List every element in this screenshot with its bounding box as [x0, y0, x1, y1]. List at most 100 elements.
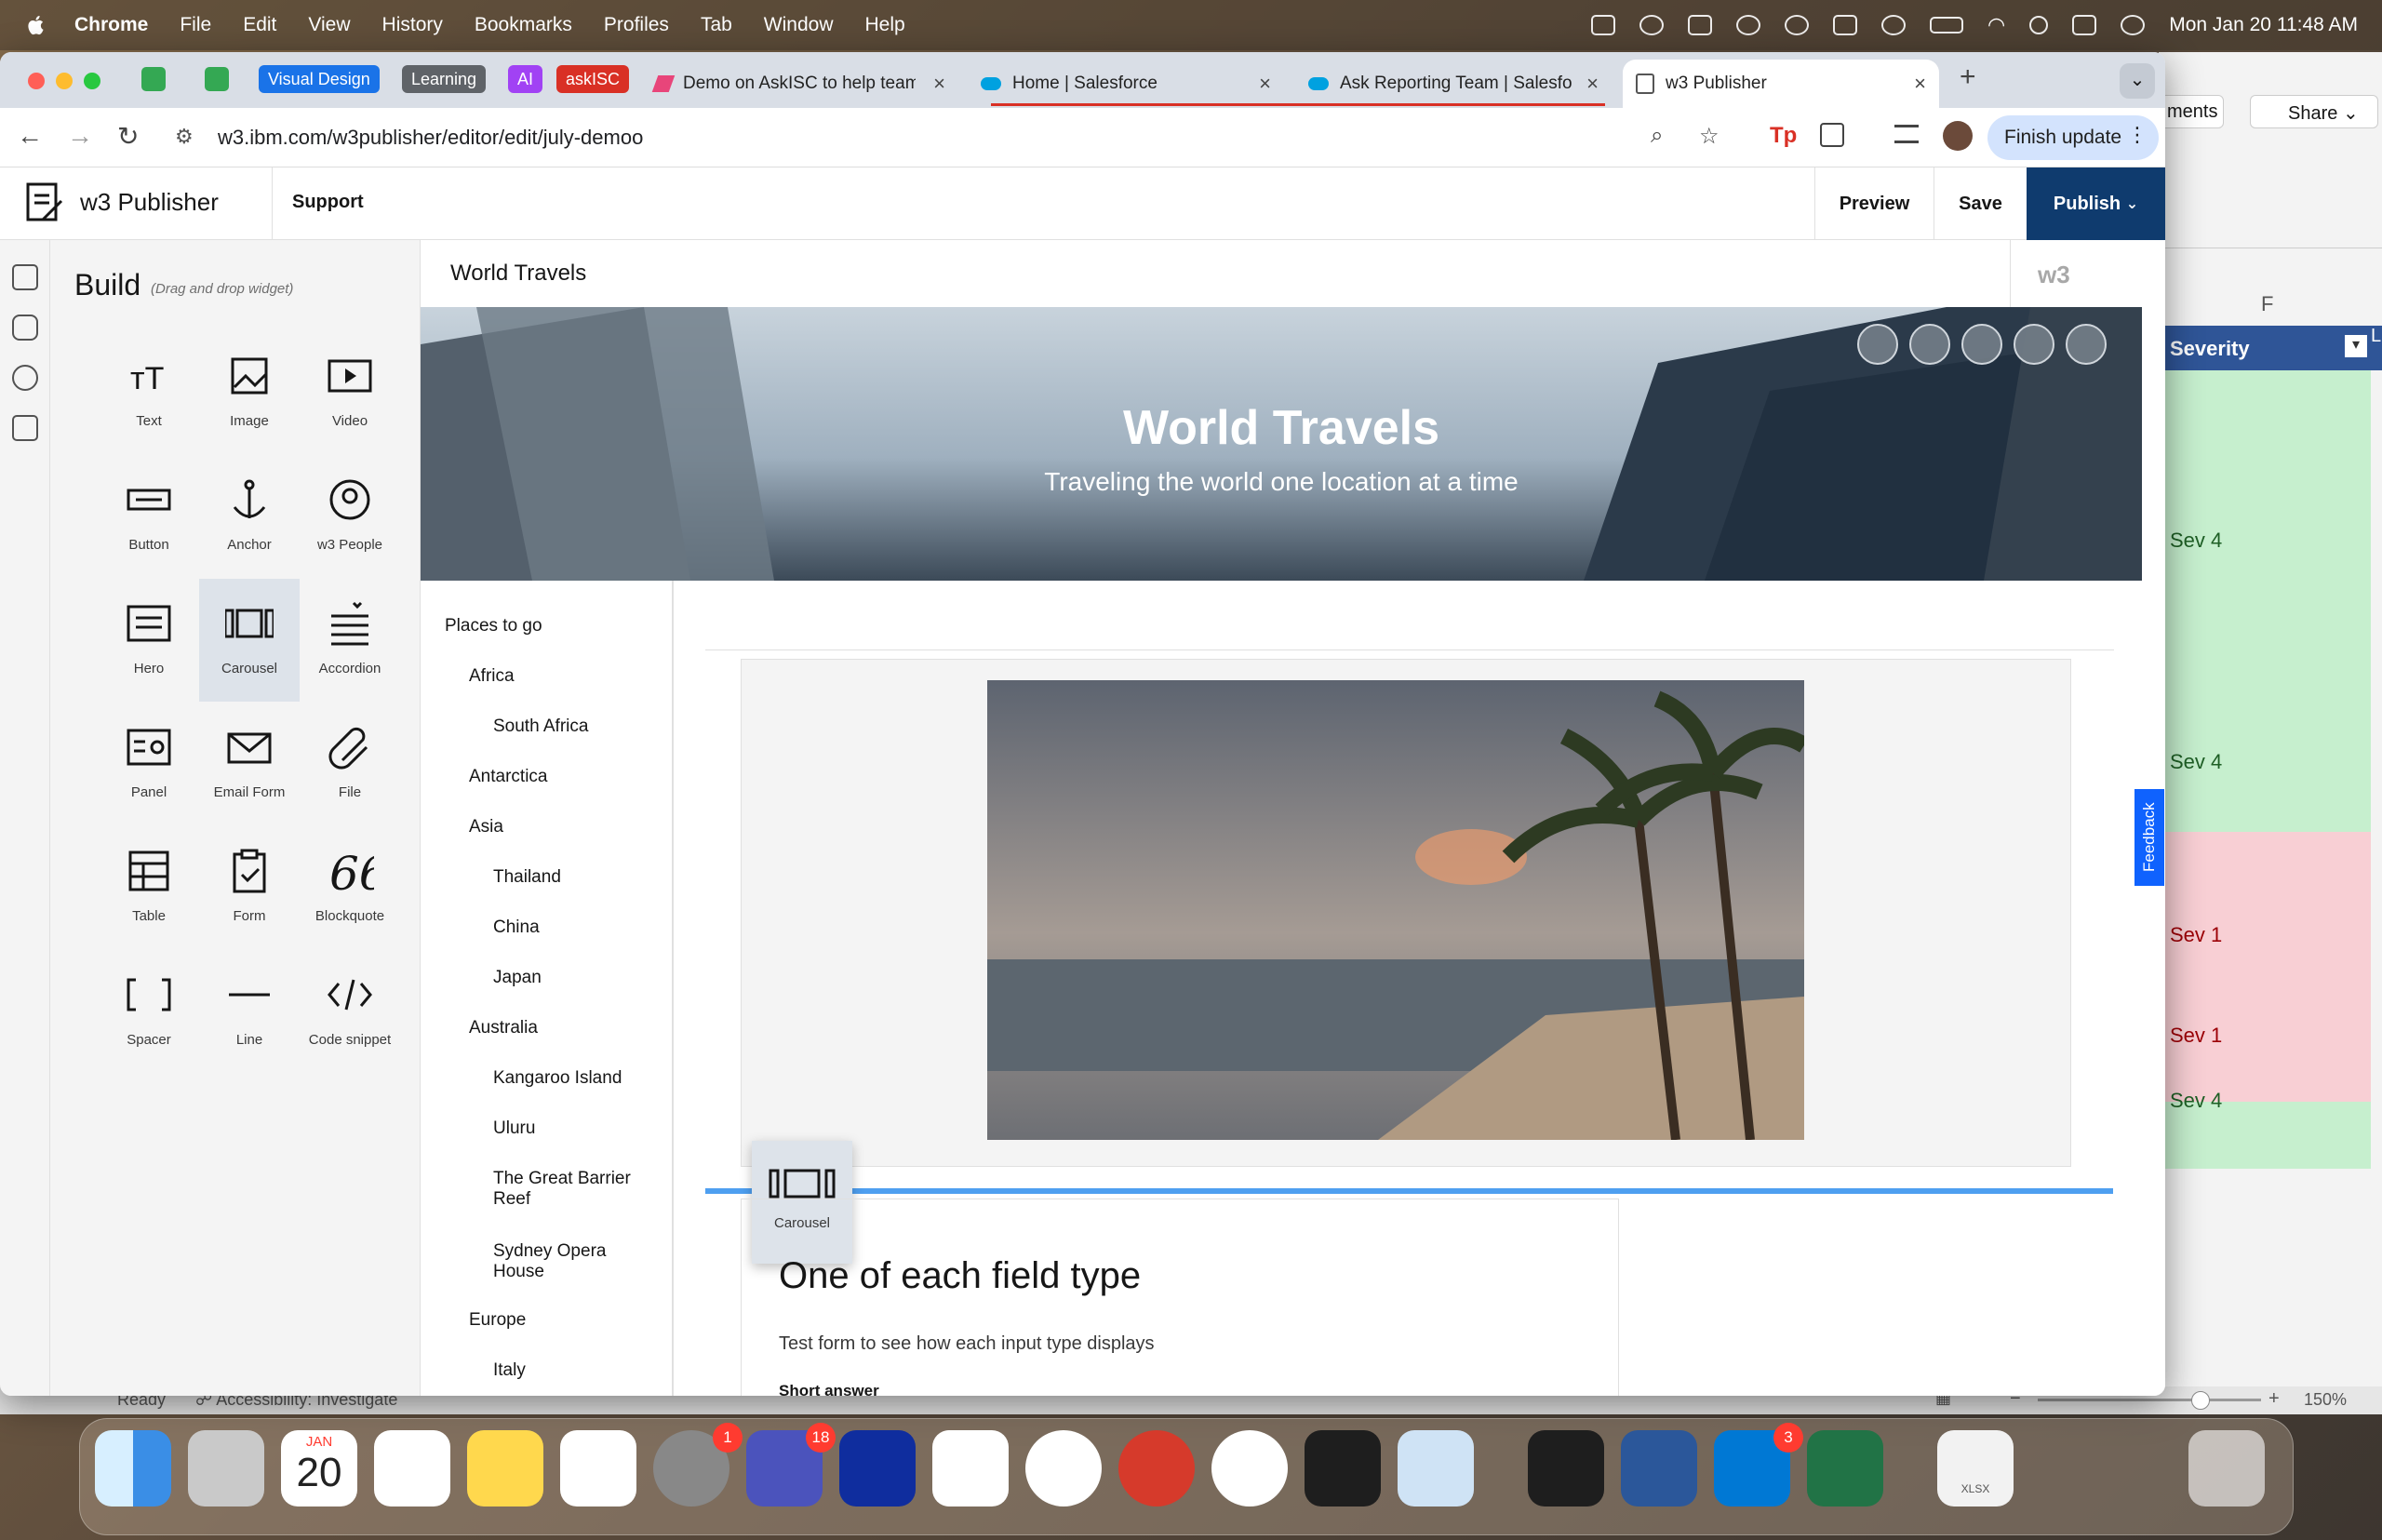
nav-item[interactable]: Italy — [493, 1360, 651, 1381]
hero-title[interactable]: World Travels — [421, 400, 2142, 456]
widget-file[interactable]: File — [300, 703, 400, 825]
menu-window[interactable]: Window — [764, 14, 834, 36]
widget-email-form[interactable]: Email Form — [199, 703, 300, 825]
wifi-icon[interactable]: ◠ — [1987, 13, 2005, 37]
search-icon[interactable] — [2029, 16, 2049, 34]
nav-item[interactable]: Asia — [469, 817, 627, 837]
zoom-slider[interactable] — [2038, 1399, 2261, 1401]
zoom-icon[interactable]: ⌕ — [1651, 123, 1663, 149]
checklist-icon[interactable] — [12, 415, 38, 441]
tab-salesforce-home[interactable]: Home | Salesforce × — [968, 60, 1284, 108]
menu-profiles[interactable]: Profiles — [604, 14, 669, 36]
sheets-tab-icon[interactable] — [141, 67, 166, 91]
tab-group-askisc[interactable]: askISC — [556, 65, 630, 93]
nav-item[interactable]: Sydney Opera House — [493, 1241, 651, 1282]
close-icon[interactable]: × — [1914, 72, 1926, 96]
nav-item[interactable]: Europe — [469, 1310, 627, 1331]
widget-spacer[interactable]: Spacer — [99, 950, 199, 1073]
site-info-icon[interactable]: ⚙ — [175, 125, 194, 149]
widget-blockquote[interactable]: 66 Blockquote — [300, 826, 400, 949]
site-title[interactable]: World Travels — [450, 261, 586, 287]
finder-icon[interactable] — [95, 1430, 171, 1507]
widget-table[interactable]: Table — [99, 826, 199, 949]
tab-group-learning[interactable]: Learning — [402, 65, 487, 93]
play-icon[interactable] — [1881, 15, 1907, 35]
severity-header[interactable]: Severity ▾ — [2159, 326, 2371, 370]
clock[interactable]: Mon Jan 20 11:48 AM — [2169, 14, 2358, 36]
cell-value[interactable]: Sev 4 — [2170, 750, 2222, 774]
widget-text[interactable]: ᴛT Text — [99, 331, 199, 454]
hero-banner[interactable]: World Travels Traveling the world one lo… — [421, 307, 2142, 581]
widget-accordion[interactable]: Accordion — [300, 579, 400, 702]
tab-w3-publisher[interactable]: w3 Publisher × — [1623, 60, 1939, 108]
menu-file[interactable]: File — [180, 14, 211, 36]
widget-code-snippet[interactable]: Code snippet — [300, 950, 400, 1073]
forward-icon[interactable]: → — [67, 121, 93, 151]
menu-history[interactable]: History — [382, 14, 443, 36]
battery-icon[interactable] — [1930, 17, 1964, 33]
tab-group-ai[interactable]: AI — [508, 65, 543, 93]
status-app-icon[interactable] — [1591, 15, 1616, 35]
media-controls-icon[interactable] — [1894, 125, 1919, 143]
chrome-icon[interactable] — [1025, 1430, 1102, 1507]
zoom-level[interactable]: 150% — [2304, 1390, 2347, 1410]
nav-item[interactable]: Kangaroo Island — [493, 1068, 651, 1089]
sheets-tab-icon[interactable] — [205, 67, 229, 91]
app-icon[interactable] — [1211, 1430, 1288, 1507]
extension-icon[interactable]: Tp — [1770, 123, 1797, 149]
screen-icon[interactable] — [1688, 15, 1713, 35]
font-color-icon[interactable] — [2066, 324, 2107, 365]
nav-item[interactable]: Antarctica — [469, 767, 627, 787]
nav-item[interactable]: Uluru — [493, 1118, 651, 1139]
widget-video[interactable]: Video — [300, 331, 400, 454]
avatar[interactable] — [1943, 121, 1973, 151]
settings-gear-icon[interactable] — [12, 365, 38, 391]
nav-item[interactable]: Japan — [493, 968, 651, 988]
nav-item[interactable]: China — [493, 917, 651, 938]
widget-anchor[interactable]: Anchor — [199, 455, 300, 578]
tab-ask-reporting-team[interactable]: Ask Reporting Team | Salesfo × — [1295, 60, 1612, 108]
launchpad-icon[interactable] — [188, 1430, 264, 1507]
xlsx-file-icon[interactable]: XLSX — [1937, 1430, 2014, 1507]
feedback-tab[interactable]: Feedback — [2134, 789, 2164, 886]
tab-demo-askisc[interactable]: Demo on AskISC to help team × — [642, 60, 958, 108]
finish-update-button[interactable]: Finish update ⋮ — [1987, 115, 2159, 160]
control-center-icon[interactable] — [2072, 15, 2097, 35]
status-app-icon[interactable] — [1833, 15, 1858, 35]
nav-item[interactable]: Thailand — [493, 867, 651, 888]
bookmark-star-icon[interactable]: ☆ — [1699, 123, 1720, 150]
figma-icon[interactable] — [1305, 1430, 1381, 1507]
comments-button[interactable]: ments — [2159, 95, 2224, 128]
widget-line[interactable]: Line — [199, 950, 300, 1073]
support-link[interactable]: Support — [292, 192, 364, 213]
reminders-icon[interactable] — [374, 1430, 450, 1507]
word-icon[interactable] — [1621, 1430, 1697, 1507]
apple-icon[interactable] — [24, 13, 48, 37]
extensions-puzzle-icon[interactable] — [1820, 123, 1844, 147]
widget-button[interactable]: Button — [99, 455, 199, 578]
save-button[interactable]: Save — [1934, 167, 2027, 240]
zoom-window-button[interactable] — [84, 73, 100, 89]
nav-item[interactable]: Africa — [469, 666, 627, 687]
column-header-f[interactable]: F — [2261, 292, 2273, 316]
nav-item[interactable]: Places to go — [445, 616, 603, 636]
tab-group-visual-design[interactable]: Visual Design — [259, 65, 380, 93]
app-icon[interactable] — [1118, 1430, 1195, 1507]
brightness-icon[interactable] — [1909, 324, 1950, 365]
text-style-icon[interactable] — [1857, 324, 1898, 365]
widget-image[interactable]: Image — [199, 331, 300, 454]
status-app-icon[interactable] — [1736, 15, 1761, 35]
close-window-button[interactable] — [28, 73, 45, 89]
cell-value[interactable]: Sev 1 — [2170, 923, 2222, 947]
tab-search-icon[interactable]: ⌄ — [2120, 63, 2155, 99]
image-icon[interactable] — [2014, 324, 2054, 365]
next-column-header[interactable]: L — [2371, 326, 2382, 370]
excel-icon[interactable] — [1807, 1430, 1883, 1507]
menu-bookmarks[interactable]: Bookmarks — [475, 14, 572, 36]
app-icon[interactable] — [1528, 1430, 1604, 1507]
back-icon[interactable]: ← — [17, 121, 43, 151]
hero-subtitle[interactable]: Traveling the world one location at a ti… — [421, 467, 2142, 497]
cell-value[interactable]: Sev 4 — [2170, 1089, 2222, 1113]
reload-icon[interactable]: ↻ — [117, 121, 139, 152]
address-bar[interactable]: ⚙ w3.ibm.com/w3publisher/editor/edit/jul… — [162, 115, 1753, 160]
